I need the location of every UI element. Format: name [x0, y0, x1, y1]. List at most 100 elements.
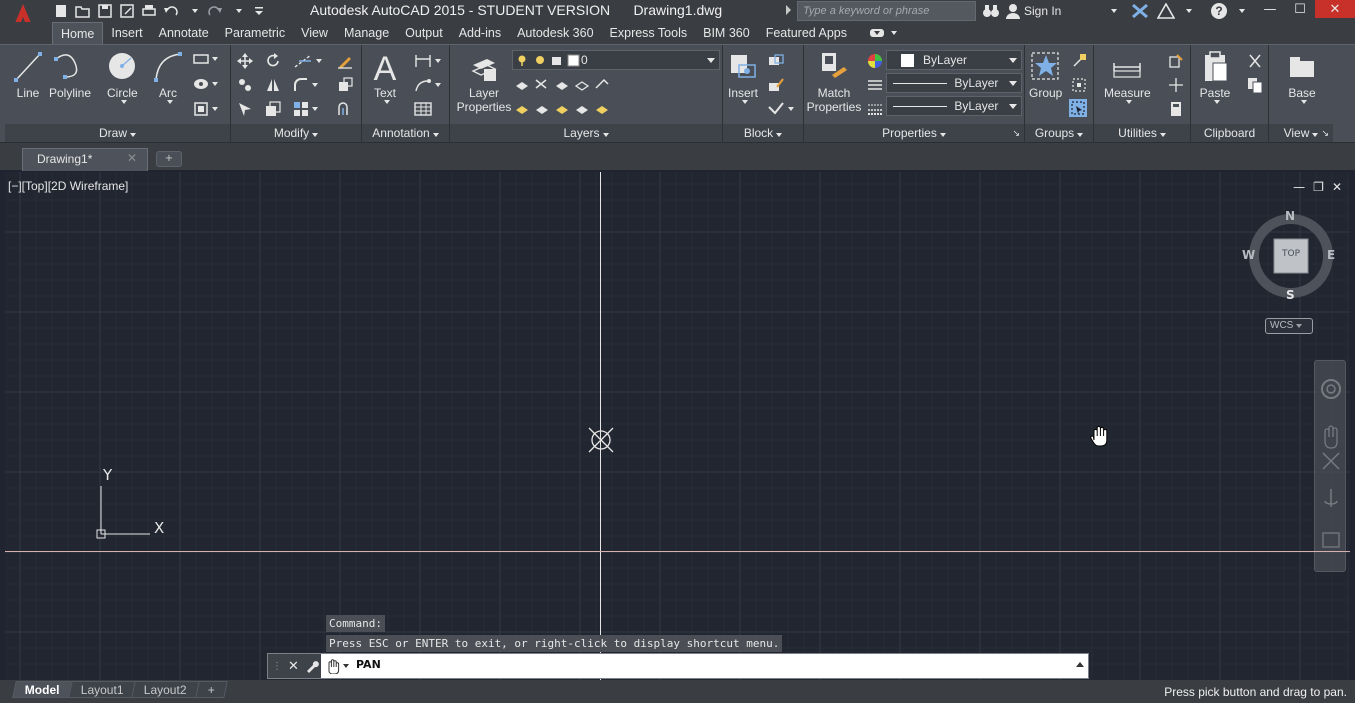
line-button[interactable]: Line	[13, 51, 43, 100]
scale-button[interactable]	[265, 101, 281, 117]
move-button[interactable]	[237, 53, 253, 69]
steering-wheel-icon[interactable]	[1321, 379, 1341, 399]
array-button[interactable]	[293, 101, 318, 117]
tab-bim-360[interactable]: BIM 360	[695, 22, 758, 44]
copy-button[interactable]	[237, 77, 253, 93]
compass-east[interactable]: E	[1327, 248, 1335, 262]
tab-home[interactable]: Home	[52, 22, 104, 44]
zoom-extents-icon[interactable]	[1322, 452, 1340, 470]
erase-button[interactable]	[337, 53, 353, 69]
command-pan-hand-icon[interactable]	[326, 658, 350, 674]
search-input[interactable]: Type a keyword or phrase	[797, 1, 976, 21]
command-customize-icon[interactable]	[305, 659, 319, 673]
layers-panel-title[interactable]: Layers	[450, 124, 722, 143]
undo-icon[interactable]	[162, 3, 180, 19]
new-tab-button[interactable]: +	[156, 151, 182, 167]
viewport-minimize-icon[interactable]: —	[1293, 180, 1305, 194]
group-edit-button[interactable]	[1071, 77, 1087, 93]
trim-button[interactable]	[293, 53, 322, 69]
minimize-button[interactable]: —	[1255, 0, 1285, 18]
compass-north[interactable]: N	[1285, 209, 1295, 223]
quick-select-button[interactable]	[1168, 53, 1184, 69]
rotate-button[interactable]	[265, 53, 281, 69]
match-properties-button[interactable]: Match Properties	[804, 51, 864, 114]
properties-panel-title[interactable]: Properties ↘	[804, 124, 1024, 143]
utilities-panel-title[interactable]: Utilities	[1094, 124, 1190, 143]
wcs-menu[interactable]: WCS	[1265, 318, 1313, 334]
modify-panel-title[interactable]: Modify	[231, 124, 361, 143]
redo-dropdown-icon[interactable]	[228, 3, 246, 19]
color-dropdown[interactable]: ByLayer	[886, 50, 1022, 70]
save-icon[interactable]	[96, 3, 114, 19]
view-launcher-icon[interactable]: ↘	[1321, 124, 1329, 143]
sign-in-dropdown-icon[interactable]	[1111, 9, 1117, 13]
annotation-panel-title[interactable]: Annotation	[362, 124, 449, 143]
help-icon[interactable]: ?	[1210, 2, 1228, 20]
tab-insert[interactable]: Insert	[103, 22, 150, 44]
polyline-button[interactable]: Polyline	[49, 51, 91, 100]
tab-autodesk-360[interactable]: Autodesk 360	[509, 22, 601, 44]
close-button[interactable]: ✕	[1315, 0, 1355, 18]
command-close-icon[interactable]: ✕	[288, 659, 299, 674]
tab-output[interactable]: Output	[397, 22, 451, 44]
tab-featured-apps[interactable]: Featured Apps	[758, 22, 855, 44]
pan-nav-icon[interactable]	[1324, 425, 1338, 449]
open-icon[interactable]	[74, 3, 92, 19]
showmotion-icon[interactable]	[1322, 532, 1340, 548]
tab-annotate[interactable]: Annotate	[151, 22, 217, 44]
file-tab-drawing1[interactable]: Drawing1* ✕	[22, 148, 148, 171]
explode-button[interactable]	[337, 77, 353, 93]
customize-qat-icon[interactable]	[250, 3, 268, 19]
redo-icon[interactable]	[206, 3, 224, 19]
tab-manage[interactable]: Manage	[336, 22, 397, 44]
boundary-button[interactable]	[193, 101, 218, 117]
a360-icon[interactable]	[1157, 3, 1175, 19]
layer-tools-row2-icons[interactable]	[514, 100, 634, 116]
layer-properties-button[interactable]: Layer Properties	[454, 51, 514, 114]
maximize-button[interactable]: ☐	[1285, 0, 1315, 18]
dimension-button[interactable]	[414, 53, 441, 69]
compass-south[interactable]: S	[1286, 288, 1295, 302]
draw-panel-title[interactable]: Draw	[5, 124, 230, 143]
create-block-button[interactable]	[767, 53, 785, 69]
stretch-button[interactable]	[237, 101, 253, 117]
id-point-button[interactable]	[1168, 77, 1184, 93]
viewcube[interactable]: TOP N S E W	[1241, 208, 1341, 308]
fillet-button[interactable]	[293, 77, 318, 93]
tab-layout2[interactable]: Layout2	[131, 681, 200, 698]
linetype-dropdown[interactable]: ByLayer	[886, 73, 1022, 93]
search-expand-icon[interactable]	[786, 5, 791, 15]
tab-view[interactable]: View	[293, 22, 336, 44]
compass-west[interactable]: W	[1242, 248, 1255, 262]
ribbon-minimize-button[interactable]	[869, 22, 897, 44]
leader-button[interactable]	[414, 77, 441, 93]
viewport-controls-label[interactable]: [−][Top][2D Wireframe]	[8, 179, 128, 193]
arc-button[interactable]: Arc	[153, 51, 183, 104]
view-panel-title[interactable]: View ↘	[1269, 124, 1333, 143]
tab-layout1[interactable]: Layout1	[67, 681, 137, 698]
tab-parametric[interactable]: Parametric	[217, 22, 293, 44]
block-panel-title[interactable]: Block	[723, 124, 803, 143]
paste-button[interactable]: Paste	[1199, 51, 1231, 104]
close-tab-icon[interactable]: ✕	[127, 151, 137, 165]
copy-clip-button[interactable]	[1247, 77, 1263, 93]
mirror-button[interactable]	[265, 77, 281, 93]
lineweight-dropdown[interactable]: ByLayer	[886, 96, 1022, 116]
edit-attributes-button[interactable]	[767, 101, 794, 117]
help-dropdown-icon[interactable]	[1239, 9, 1245, 13]
save-as-icon[interactable]	[118, 3, 136, 19]
command-input[interactable]: PAN	[356, 658, 381, 671]
insert-button[interactable]: Insert	[727, 51, 759, 104]
new-icon[interactable]	[52, 3, 70, 19]
orbit-icon[interactable]	[1324, 489, 1338, 507]
base-view-button[interactable]: Base	[1287, 51, 1317, 104]
tab-model[interactable]: Model	[12, 681, 73, 698]
binoculars-icon[interactable]	[982, 3, 1000, 22]
calculator-button[interactable]	[1168, 101, 1184, 117]
clipboard-panel-title[interactable]: Clipboard	[1191, 124, 1268, 143]
groups-panel-title[interactable]: Groups	[1025, 124, 1093, 143]
tab-add-ins[interactable]: Add-ins	[451, 22, 509, 44]
command-line[interactable]: ⋮ ✕ PAN	[267, 653, 1089, 679]
rectangle-button[interactable]	[193, 53, 218, 65]
plot-icon[interactable]	[140, 3, 158, 19]
